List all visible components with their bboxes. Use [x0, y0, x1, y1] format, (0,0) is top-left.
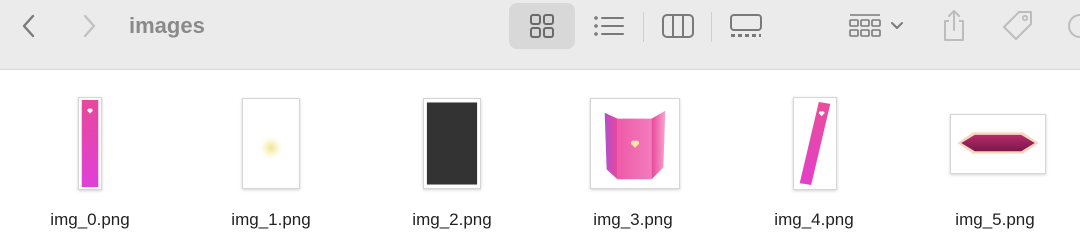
gallery-icon [730, 14, 762, 37]
file-item[interactable]: img_2.png [367, 70, 537, 249]
tag-button[interactable] [1000, 8, 1036, 44]
glow-thumbnail [243, 99, 299, 188]
group-grid-icon [849, 14, 881, 37]
chevron-down-icon [891, 22, 903, 29]
columns-icon [662, 14, 694, 38]
file-name: img_4.png [774, 210, 854, 229]
file-item[interactable]: img_3.png [548, 70, 718, 249]
tag-icon [1003, 11, 1032, 40]
toolbar-divider [643, 12, 644, 42]
back-button[interactable] [14, 12, 44, 40]
share-button[interactable] [938, 6, 970, 44]
pink-bar-thumbnail [81, 99, 99, 188]
more-icon [1068, 14, 1080, 38]
chevron-right-icon [83, 14, 96, 38]
file-name: img_1.png [231, 210, 311, 229]
file-name: img_0.png [50, 210, 130, 229]
more-button[interactable] [1066, 10, 1080, 42]
file-thumbnail[interactable] [78, 97, 102, 190]
file-name: img_5.png [955, 210, 1035, 229]
tilted-bar-thumbnail [794, 99, 836, 188]
share-icon [944, 10, 964, 41]
toolbar: images [0, 0, 1080, 70]
chevron-left-icon [22, 14, 35, 38]
forward-button[interactable] [74, 12, 104, 40]
file-thumbnail[interactable] [423, 98, 481, 189]
list-icon [594, 16, 624, 36]
pink-box-thumbnail [591, 99, 679, 188]
finder-window: images img_0.png img_1.png img_2.png img… [0, 0, 1080, 249]
file-name: img_2.png [412, 210, 492, 229]
file-thumbnail[interactable] [590, 98, 680, 189]
file-name: img_3.png [593, 210, 673, 229]
column-view-button[interactable] [659, 10, 697, 42]
folder-title: images [129, 13, 205, 38]
file-thumbnail[interactable] [242, 98, 300, 189]
file-grid: img_0.png img_1.png img_2.png img_3.png … [0, 70, 1080, 249]
hexagon-gem-thumbnail [951, 115, 1045, 173]
file-item[interactable]: img_5.png [910, 70, 1080, 249]
file-item[interactable]: img_4.png [729, 70, 899, 249]
file-thumbnail[interactable] [950, 114, 1046, 174]
list-view-button[interactable] [591, 10, 627, 42]
file-item[interactable]: img_0.png [5, 70, 175, 249]
toolbar-divider [711, 12, 712, 42]
grid-icon [530, 14, 554, 38]
file-item[interactable]: img_1.png [186, 70, 356, 249]
file-thumbnail[interactable] [793, 97, 837, 190]
group-by-button[interactable] [843, 10, 909, 42]
dark-thumbnail [426, 102, 478, 185]
icon-view-button[interactable] [509, 3, 575, 49]
gallery-view-button[interactable] [726, 10, 766, 42]
